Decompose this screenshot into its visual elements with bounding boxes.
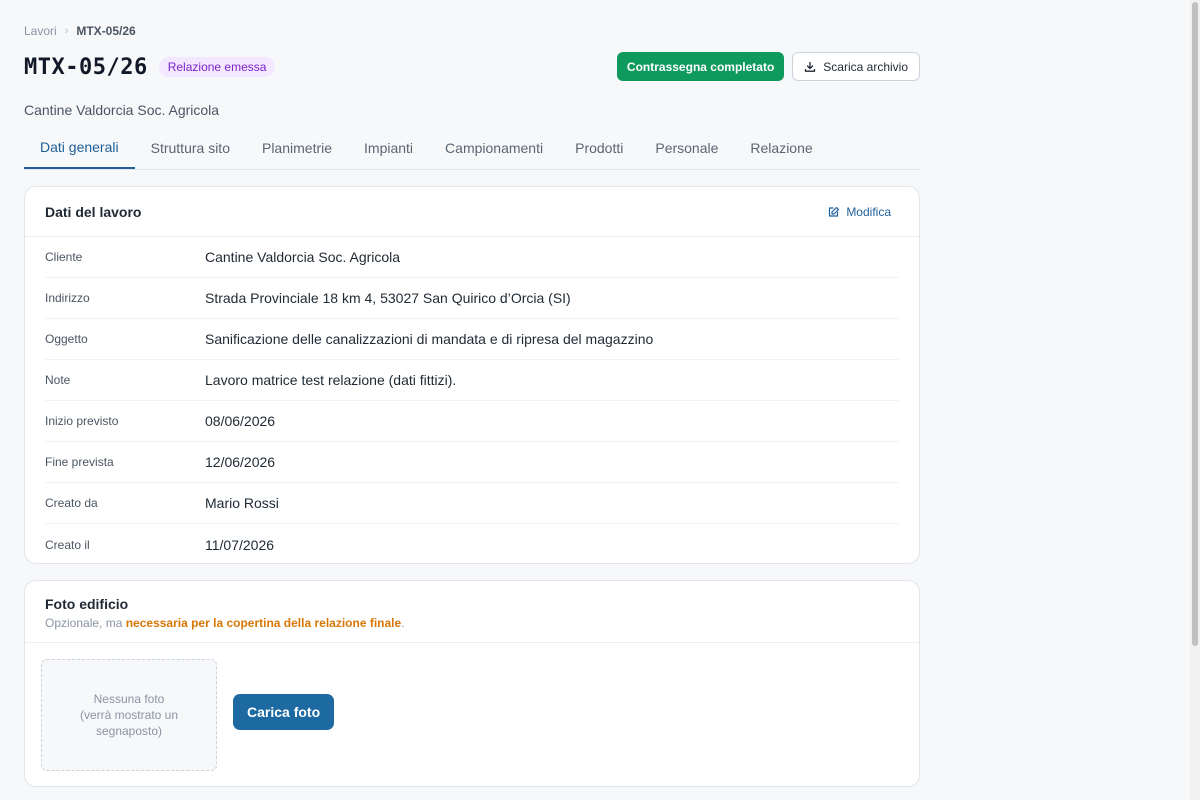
building-photo-body: Nessuna foto (verrà mostrato un segnapos… bbox=[25, 643, 919, 786]
detail-row: Note Lavoro matrice test relazione (dati… bbox=[45, 360, 899, 401]
job-details-card: Dati del lavoro Modifica Cliente Cantine… bbox=[24, 186, 920, 564]
tab-relazione[interactable]: Relazione bbox=[734, 126, 828, 169]
chevron-right-icon: › bbox=[64, 25, 69, 37]
tab-prodotti[interactable]: Prodotti bbox=[559, 126, 639, 169]
tab-dati-generali[interactable]: Dati generali bbox=[24, 126, 135, 169]
page-header: MTX-05/26 Relazione emessa Cantine Valdo… bbox=[24, 49, 920, 118]
detail-label: Inizio previsto bbox=[45, 414, 119, 428]
tab-impianti[interactable]: Impianti bbox=[348, 126, 429, 169]
detail-label: Fine prevista bbox=[45, 455, 114, 469]
hint-suffix: . bbox=[401, 616, 405, 630]
tab-campionamenti[interactable]: Campionamenti bbox=[429, 126, 559, 169]
download-icon bbox=[805, 61, 816, 72]
detail-label: Cliente bbox=[45, 250, 83, 264]
detail-value: 12/06/2026 bbox=[205, 454, 276, 470]
mark-complete-button[interactable]: Contrassegna completato bbox=[616, 52, 785, 81]
hint-highlight: necessaria per la copertina della relazi… bbox=[125, 616, 402, 630]
placeholder-line-2: (verrà mostrato un segnaposto) bbox=[79, 708, 179, 738]
placeholder-line-1: Nessuna foto bbox=[93, 692, 165, 706]
building-photo-title: Foto edificio bbox=[45, 596, 129, 612]
tab-planimetrie[interactable]: Planimetrie bbox=[246, 126, 348, 169]
detail-value: Strada Provinciale 18 km 4, 53027 San Qu… bbox=[205, 290, 571, 306]
building-photo-card: Foto edificio Opzionale, ma necessaria p… bbox=[24, 580, 920, 787]
building-photo-header: Foto edificio Opzionale, ma necessaria p… bbox=[25, 581, 919, 643]
job-details-header: Dati del lavoro Modifica bbox=[25, 187, 919, 237]
breadcrumb-link-lavori[interactable]: Lavori bbox=[24, 24, 57, 38]
hint-prefix: Opzionale, ma bbox=[45, 616, 126, 630]
detail-label: Creato da bbox=[45, 496, 98, 510]
detail-value: 08/06/2026 bbox=[205, 413, 276, 429]
download-archive-button[interactable]: Scarica archivio bbox=[792, 52, 920, 81]
status-badge: Relazione emessa bbox=[158, 57, 276, 77]
detail-row: Indirizzo Strada Provinciale 18 km 4, 53… bbox=[45, 278, 899, 319]
detail-row: Oggetto Sanificazione delle canalizzazio… bbox=[45, 319, 899, 360]
edit-label: Modifica bbox=[846, 204, 891, 219]
page-scrollbar[interactable] bbox=[1190, 0, 1200, 800]
job-details-title: Dati del lavoro bbox=[45, 203, 142, 220]
detail-label: Oggetto bbox=[45, 332, 88, 346]
page-title: MTX-05/26 bbox=[24, 54, 148, 80]
breadcrumb-current: MTX-05/26 bbox=[76, 24, 136, 38]
placeholder-text: Nessuna foto (verrà mostrato un segnapos… bbox=[62, 691, 196, 739]
detail-value: Mario Rossi bbox=[205, 495, 279, 511]
detail-row: Creato il 11/07/2026 bbox=[45, 524, 899, 563]
breadcrumb: Lavori › MTX-05/26 bbox=[24, 23, 920, 39]
detail-label: Creato il bbox=[45, 537, 90, 552]
detail-row: Fine prevista 12/06/2026 bbox=[45, 442, 899, 483]
photo-placeholder: Nessuna foto (verrà mostrato un segnapos… bbox=[41, 659, 217, 771]
title-line: MTX-05/26 Relazione emessa bbox=[24, 53, 276, 81]
scrollbar-thumb[interactable] bbox=[1192, 2, 1198, 646]
building-photo-hint: Opzionale, ma necessaria per la copertin… bbox=[45, 616, 899, 630]
tab-struttura-sito[interactable]: Struttura sito bbox=[135, 126, 246, 169]
detail-row: Inizio previsto 08/06/2026 bbox=[45, 401, 899, 442]
detail-value: 11/07/2026 bbox=[205, 536, 275, 553]
detail-value: Cantine Valdorcia Soc. Agricola bbox=[205, 249, 401, 265]
tab-personale[interactable]: Personale bbox=[639, 126, 734, 169]
header-actions: Contrassegna completato Scarica archivio bbox=[616, 52, 920, 81]
upload-photo-button[interactable]: Carica foto bbox=[233, 694, 335, 730]
detail-row: Cliente Cantine Valdorcia Soc. Agricola bbox=[45, 237, 899, 278]
page: Lavori › MTX-05/26 MTX-05/26 Relazione e… bbox=[24, 0, 920, 787]
client-subtitle: Cantine Valdorcia Soc. Agricola bbox=[24, 102, 220, 118]
edit-icon bbox=[829, 206, 840, 217]
detail-row: Creato da Mario Rossi bbox=[45, 483, 899, 524]
detail-value: Sanificazione delle canalizzazioni di ma… bbox=[205, 331, 654, 347]
detail-label: Note bbox=[45, 373, 71, 387]
detail-label: Indirizzo bbox=[45, 291, 90, 305]
download-archive-label: Scarica archivio bbox=[823, 59, 908, 74]
tab-bar: Dati generali Struttura sito Planimetrie… bbox=[24, 127, 920, 170]
edit-button[interactable]: Modifica bbox=[828, 205, 891, 219]
detail-value: Lavoro matrice test relazione (dati fitt… bbox=[205, 372, 457, 388]
